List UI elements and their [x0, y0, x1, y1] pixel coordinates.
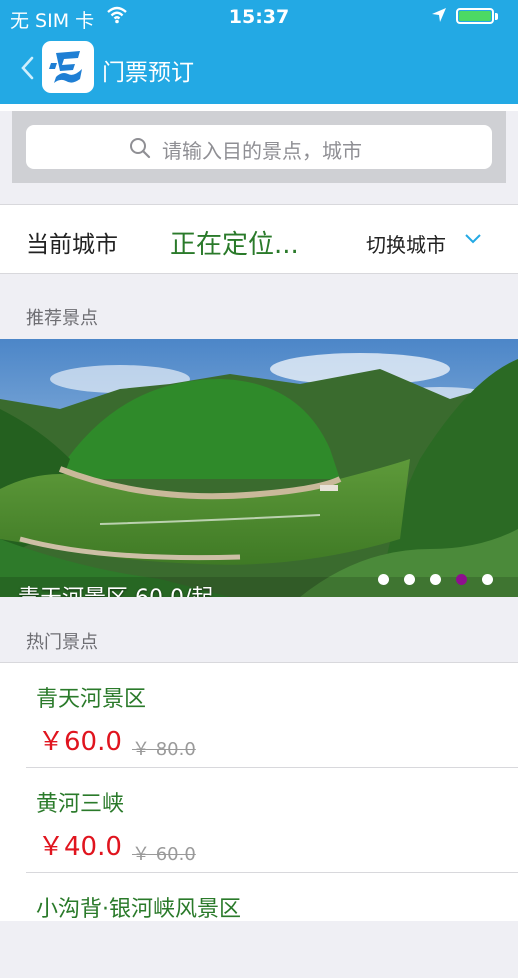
battery-tip	[495, 13, 498, 20]
hot-attractions-list: 青天河景区 ￥60.0 ￥ 80.0 黄河三峡 ￥40.0 ￥ 60.0 小沟背…	[0, 662, 518, 922]
chevron-left-icon	[21, 56, 34, 80]
carousel-dot[interactable]	[430, 574, 441, 585]
attraction-name: 青天河景区	[36, 687, 147, 712]
hot-heading: 热门景点	[26, 632, 98, 653]
top-bar: 无 SIM 卡 15:37 门票预订	[0, 0, 518, 104]
carousel-dot[interactable]	[378, 574, 389, 585]
location-status: 正在定位...	[170, 230, 299, 260]
carousel-dot[interactable]	[456, 574, 467, 585]
carousel-dot[interactable]	[404, 574, 415, 585]
list-item[interactable]: 小沟背·银河峡风景区	[0, 873, 518, 978]
current-city-row: 当前城市 正在定位... 切换城市	[0, 204, 518, 274]
banner-caption: 青天河景区 60.0/起	[18, 580, 213, 597]
switch-city-button[interactable]: 切换城市	[366, 229, 446, 258]
back-button[interactable]	[16, 50, 40, 86]
search-icon	[128, 136, 152, 164]
list-item[interactable]: 青天河景区 ￥60.0 ￥ 80.0	[0, 663, 518, 768]
battery-icon	[456, 8, 494, 24]
status-bar: 无 SIM 卡 15:37	[0, 0, 518, 34]
chevron-down-icon[interactable]	[464, 231, 482, 250]
carousel-dot[interactable]	[482, 574, 493, 585]
location-arrow-icon	[430, 6, 448, 29]
attraction-original-price: ￥ 80.0	[132, 739, 196, 760]
list-item[interactable]: 黄河三峡 ￥40.0 ￥ 60.0	[0, 768, 518, 873]
page-title: 门票预订	[102, 60, 194, 86]
search-input[interactable]: 请输入目的景点，城市	[26, 125, 492, 169]
featured-banner[interactable]: 青天河景区 60.0/起	[0, 339, 518, 597]
attraction-name: 小沟背·银河峡风景区	[36, 897, 241, 922]
recommended-heading: 推荐景点	[26, 308, 98, 329]
current-city-label: 当前城市	[26, 232, 118, 258]
attraction-original-price: ￥ 60.0	[132, 844, 196, 865]
app-logo	[42, 41, 94, 93]
scenic-photo	[0, 339, 518, 597]
divider-strip	[0, 104, 518, 111]
attraction-name: 黄河三峡	[36, 792, 125, 817]
search-area: 请输入目的景点，城市	[12, 111, 506, 183]
search-placeholder: 请输入目的景点，城市	[162, 139, 362, 163]
attraction-price: ￥60.0	[38, 727, 122, 757]
attraction-price: ￥40.0	[38, 832, 122, 862]
